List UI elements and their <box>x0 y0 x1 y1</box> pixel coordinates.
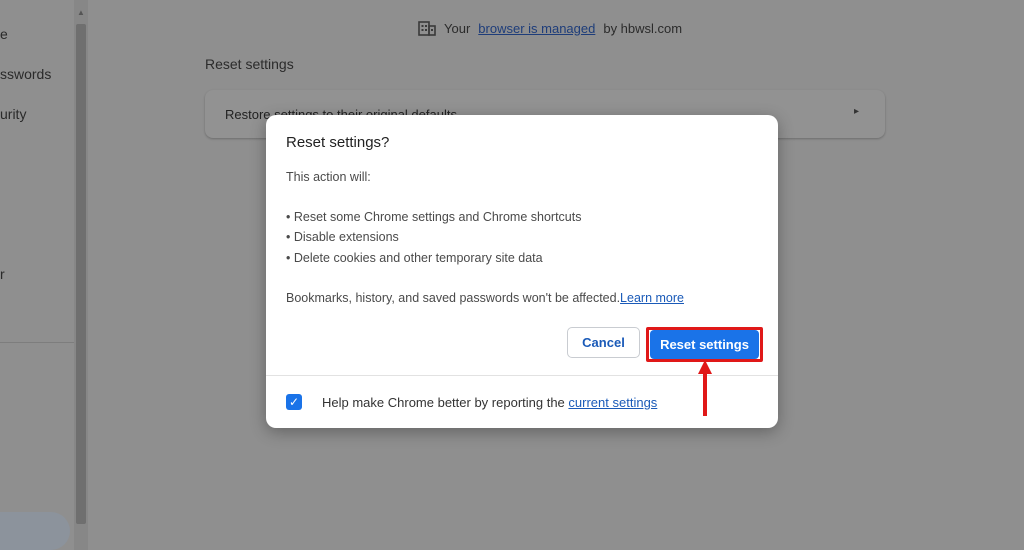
report-settings-checkbox[interactable]: ✓ <box>286 394 302 410</box>
chevron-right-icon: ▸ <box>853 106 859 117</box>
section-title: Reset settings <box>205 56 294 72</box>
banner-suffix: by hbwsl.com <box>603 20 683 36</box>
sidebar-item-passwords[interactable]: sswords <box>0 66 51 82</box>
learn-more-link[interactable]: Learn more <box>620 291 684 305</box>
scroll-up-icon[interactable]: ▲ <box>76 8 86 18</box>
sidebar: e sswords urity r <box>0 0 74 550</box>
dialog-bullet: • Reset some Chrome settings and Chrome … <box>286 210 582 224</box>
banner-prefix: Your <box>444 20 471 36</box>
managed-link[interactable]: browser is managed <box>478 21 595 36</box>
sidebar-item-security[interactable]: urity <box>0 106 26 122</box>
dialog-note: Bookmarks, history, and saved passwords … <box>286 291 684 305</box>
building-icon <box>418 21 436 36</box>
annotation-arrow-icon <box>698 360 712 416</box>
sidebar-item-4[interactable]: r <box>0 266 5 282</box>
check-icon: ✓ <box>288 395 300 409</box>
sidebar-selected-item[interactable] <box>0 512 70 550</box>
cancel-button[interactable]: Cancel <box>567 327 640 358</box>
footer-text: Help make Chrome better by reporting the… <box>322 395 657 410</box>
current-settings-link[interactable]: current settings <box>568 395 657 410</box>
dialog-note-text: Bookmarks, history, and saved passwords … <box>286 291 621 305</box>
dialog-bullet: • Disable extensions <box>286 230 399 244</box>
footer-label: Help make Chrome better by reporting the <box>322 395 565 410</box>
dialog-intro: This action will: <box>286 170 371 184</box>
scrollbar-thumb[interactable] <box>76 24 86 524</box>
dialog-bullet: • Delete cookies and other temporary sit… <box>286 251 543 265</box>
reset-settings-button[interactable]: Reset settings <box>650 330 759 359</box>
managed-banner: Your browser is managed by hbwsl.com <box>418 20 682 36</box>
sidebar-item-1[interactable]: e <box>0 26 8 42</box>
dialog-title: Reset settings? <box>286 134 390 151</box>
sidebar-divider <box>0 342 74 343</box>
